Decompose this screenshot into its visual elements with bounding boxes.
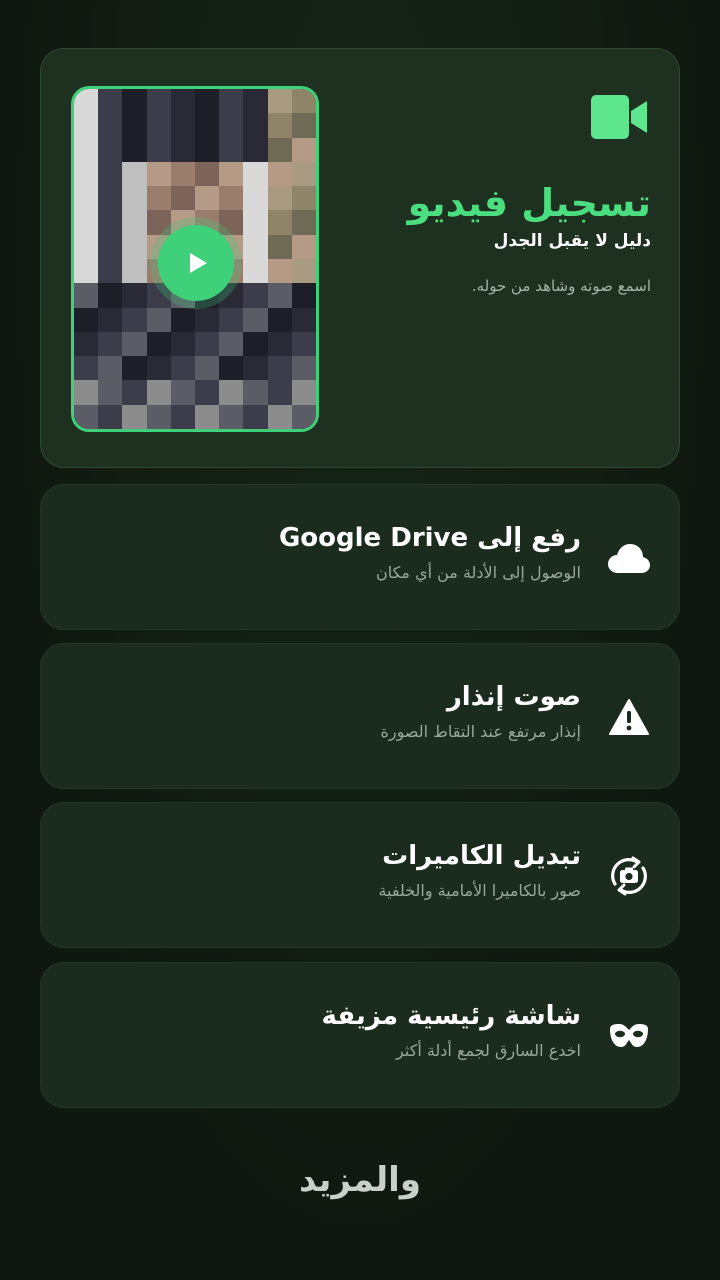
warning-icon <box>607 695 651 739</box>
play-button[interactable] <box>158 225 234 301</box>
record-video-text: تسجيل فيديو دليل لا يقبل الجدل اسمع صوته… <box>351 179 651 301</box>
feature-alarm-sound[interactable]: صوت إنذار إنذار مرتفع عند التقاط الصورة <box>40 643 680 789</box>
cloud-icon <box>607 536 651 580</box>
feature-subtitle: إنذار مرتفع عند التقاط الصورة <box>380 722 581 741</box>
feature-subtitle: اخدع السارق لجمع أدلة أكثر <box>396 1041 581 1060</box>
video-thumbnail[interactable] <box>71 86 319 432</box>
more-label: والمزيد <box>299 1160 421 1200</box>
feature-google-drive[interactable]: رفع إلى Google Drive الوصول إلى الأدلة م… <box>40 484 680 630</box>
app-screen: تسجيل فيديو دليل لا يقبل الجدل اسمع صوته… <box>0 0 720 1280</box>
record-video-title: تسجيل فيديو <box>407 181 651 225</box>
video-camera-icon <box>591 95 647 143</box>
feature-subtitle: صور بالكاميرا الأمامية والخلفية <box>378 881 581 900</box>
feature-switch-cameras[interactable]: تبديل الكاميرات صور بالكاميرا الأمامية و… <box>40 802 680 948</box>
play-icon <box>190 253 207 273</box>
record-video-description: اسمع صوته وشاهد من حوله. <box>471 277 651 295</box>
record-video-card[interactable]: تسجيل فيديو دليل لا يقبل الجدل اسمع صوته… <box>40 48 680 468</box>
feature-title: تبديل الكاميرات <box>382 841 581 871</box>
feature-title: رفع إلى Google Drive <box>278 523 581 553</box>
switch-camera-icon <box>607 854 651 898</box>
feature-text: رفع إلى Google Drive الوصول إلى الأدلة م… <box>141 521 581 582</box>
feature-subtitle: الوصول إلى الأدلة من أي مكان <box>375 563 581 582</box>
feature-text: تبديل الكاميرات صور بالكاميرا الأمامية و… <box>141 839 581 900</box>
feature-title: صوت إنذار <box>446 682 581 712</box>
feature-fake-home-screen[interactable]: شاشة رئيسية مزيفة اخدع السارق لجمع أدلة … <box>40 962 680 1108</box>
feature-title: شاشة رئيسية مزيفة <box>321 1001 581 1031</box>
feature-text: شاشة رئيسية مزيفة اخدع السارق لجمع أدلة … <box>141 999 581 1060</box>
mask-icon <box>607 1014 651 1058</box>
feature-text: صوت إنذار إنذار مرتفع عند التقاط الصورة <box>141 680 581 741</box>
record-video-subtitle: دليل لا يقبل الجدل <box>493 231 651 251</box>
